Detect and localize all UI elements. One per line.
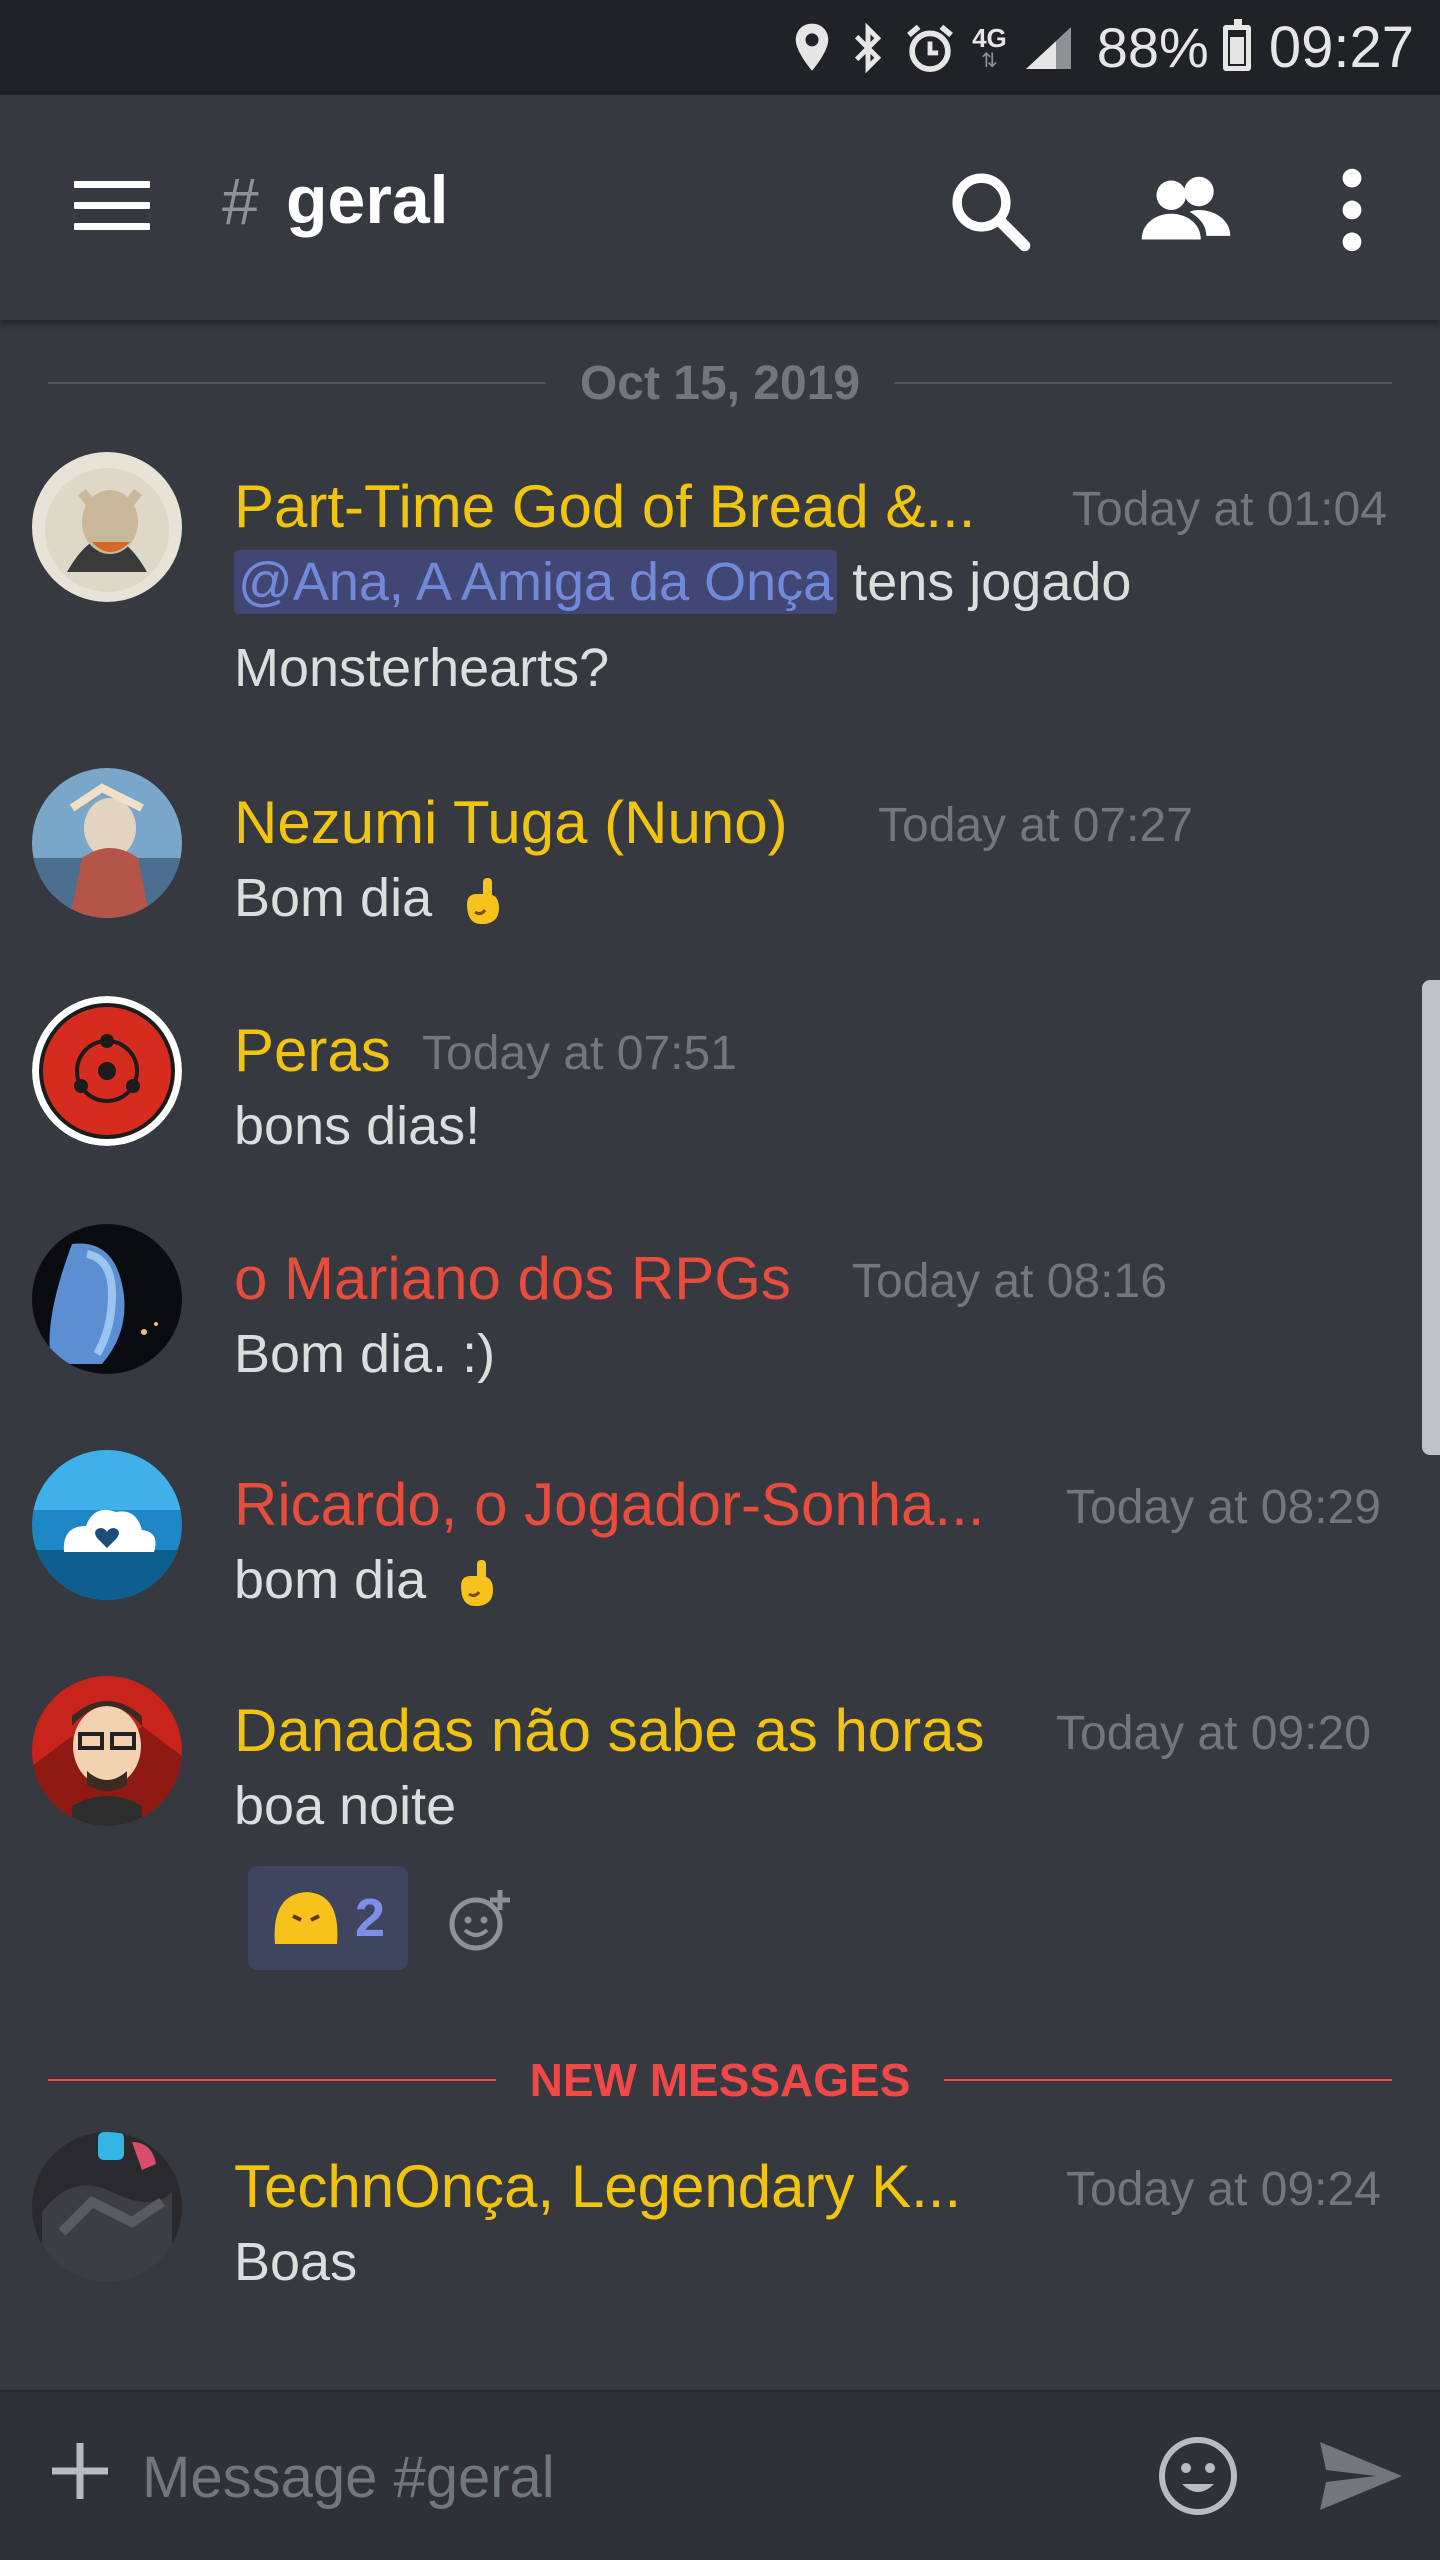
hamburger-menu-icon[interactable]	[74, 181, 150, 231]
waving-hand-emoji-icon	[461, 1559, 494, 1606]
user-mention[interactable]: @Ana, A Amiga da Onça	[234, 550, 838, 614]
network-label: 4G	[972, 22, 1007, 53]
send-icon[interactable]	[1316, 2434, 1406, 2518]
message-text: Boas	[234, 2232, 358, 2292]
new-messages-divider: NEW MESSAGES	[48, 2040, 1393, 2120]
new-messages-label: NEW MESSAGES	[529, 2054, 911, 2106]
channel-header: # geral	[0, 95, 1440, 320]
bluetooth-icon	[854, 22, 882, 73]
date-divider-label: Oct 15, 2019	[579, 356, 861, 410]
emoji-picker-icon[interactable]	[1156, 2434, 1240, 2518]
message-item[interactable]: o Mariano dos RPGs Today at 08:16 Bom di…	[0, 1224, 1440, 1434]
message-input[interactable]	[140, 2432, 1100, 2522]
username[interactable]: Part-Time God of Bread &...	[234, 472, 975, 541]
message-text: @Ana, A Amiga da Onça tens jogado	[234, 538, 1131, 626]
search-icon[interactable]	[944, 165, 1034, 255]
message-timestamp: Today at 07:51	[422, 1027, 737, 1080]
message-text-part: bom dia	[234, 1550, 427, 1610]
channel-name: geral	[286, 162, 449, 238]
smiling-face-emoji-icon	[274, 1892, 338, 1944]
message-timestamp: Today at 08:16	[852, 1255, 1167, 1308]
username[interactable]: Danadas não sabe as horas	[234, 1696, 985, 1765]
message-text-part: tens jogado	[837, 552, 1132, 612]
message-timestamp: Today at 08:29	[1066, 1481, 1381, 1534]
username[interactable]: o Mariano dos RPGs	[234, 1244, 791, 1313]
message-item[interactable]: Peras Today at 07:51 bons dias!	[0, 996, 1440, 1206]
status-time: 09:27	[1268, 15, 1414, 80]
message-item[interactable]: Nezumi Tuga (Nuno) Today at 07:27 Bom di…	[0, 768, 1440, 978]
date-divider: Oct 15, 2019	[48, 338, 1393, 428]
battery-icon	[1222, 18, 1251, 71]
waving-hand-emoji-icon	[467, 877, 500, 924]
status-bar: 4G ⇅ 88% 09:27	[0, 0, 1440, 95]
avatar[interactable]	[32, 1676, 182, 1826]
username[interactable]: Peras	[234, 1016, 391, 1085]
channel-hash-icon: #	[222, 164, 259, 238]
username[interactable]: Ricardo, o Jogador-Sonha...	[234, 1470, 984, 1539]
location-icon	[795, 23, 829, 71]
battery-percent: 88%	[1096, 16, 1209, 79]
message-list[interactable]: Oct 15, 2019 Part-Time God of Bread &...…	[0, 320, 1440, 2390]
message-input-bar	[0, 2390, 1440, 2560]
message-text-part: Bom dia	[234, 868, 433, 928]
avatar[interactable]	[32, 768, 182, 918]
message-text-line2: Monsterhearts?	[234, 638, 610, 698]
message-timestamp: Today at 07:27	[878, 799, 1193, 852]
message-timestamp: Today at 01:04	[1072, 483, 1387, 536]
username[interactable]: Nezumi Tuga (Nuno)	[234, 788, 788, 857]
message-text: Bom dia	[234, 854, 511, 942]
message-text: Bom dia. :)	[234, 1324, 496, 1384]
message-item[interactable]: Part-Time God of Bread &... Today at 01:…	[0, 452, 1440, 752]
avatar[interactable]	[32, 1224, 182, 1374]
avatar[interactable]	[32, 2132, 182, 2282]
avatar[interactable]	[32, 1450, 182, 1600]
reaction-button[interactable]: 2	[248, 1866, 408, 1970]
status-icons: 4G ⇅	[792, 22, 1077, 74]
members-icon[interactable]	[1138, 165, 1234, 255]
message-timestamp: Today at 09:24	[1066, 2163, 1381, 2216]
network-4g-icon: 4G ⇅	[972, 22, 1007, 72]
scrollbar[interactable]	[1422, 980, 1440, 1455]
message-text: bom dia	[234, 1536, 505, 1624]
username[interactable]: TechnOnça, Legendary K...	[234, 2152, 961, 2221]
add-attachment-icon[interactable]	[46, 2437, 114, 2505]
message-timestamp: Today at 09:20	[1056, 1707, 1371, 1760]
signal-icon	[1025, 26, 1071, 69]
message-item[interactable]: TechnOnça, Legendary K... Today at 09:24…	[0, 2132, 1440, 2342]
avatar[interactable]	[32, 452, 182, 602]
add-reaction-icon[interactable]	[444, 1886, 514, 1956]
message-text: bons dias!	[234, 1096, 481, 1156]
reaction-count: 2	[354, 1888, 386, 1948]
message-item[interactable]: Ricardo, o Jogador-Sonha... Today at 08:…	[0, 1450, 1440, 1660]
alarm-icon	[907, 24, 954, 72]
message-text: boa noite	[234, 1776, 457, 1836]
avatar[interactable]	[32, 996, 182, 1146]
message-item[interactable]: Danadas não sabe as horas Today at 09:20…	[0, 1676, 1440, 1996]
more-vertical-icon[interactable]	[1306, 165, 1398, 255]
